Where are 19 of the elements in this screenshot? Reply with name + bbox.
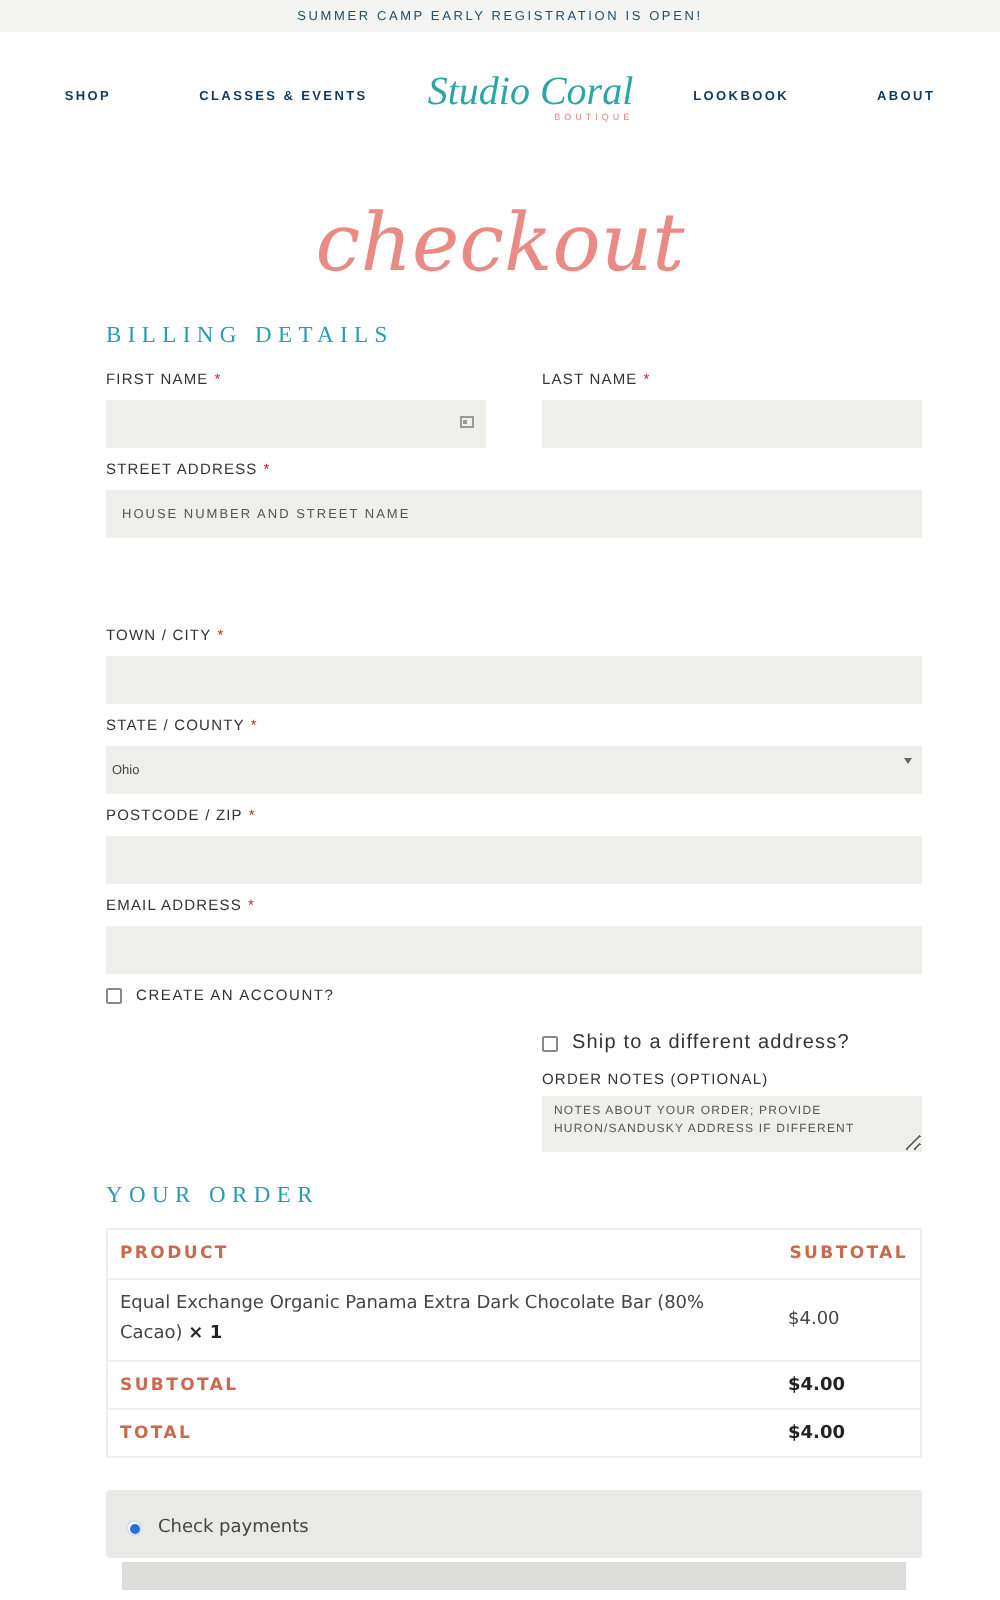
checkbox[interactable]: [542, 1035, 558, 1051]
checkbox[interactable]: [106, 987, 122, 1003]
product-cell: Equal Exchange Organic Panama Extra Dark Chocolate Bar (80% Cacao) × 1: [107, 1279, 776, 1361]
total-value: $4.00: [776, 1361, 921, 1409]
payment-method-label: Check payments: [158, 1518, 309, 1538]
total-value: $4.00: [776, 1409, 921, 1457]
price-cell: $4.00: [776, 1279, 921, 1361]
section-heading: YOUR ORDER: [106, 1184, 321, 1208]
page-title: checkout: [313, 196, 687, 294]
radio-button[interactable]: [126, 1520, 142, 1536]
checkbox-label: Ship to a different address?: [572, 1032, 850, 1054]
section-heading: BILLING DETAILS: [106, 324, 396, 348]
total-label: SUBTOTAL: [107, 1361, 776, 1409]
input-field[interactable]: [106, 400, 486, 448]
column-header: SUBTOTAL: [776, 1229, 921, 1279]
total-label: TOTAL: [107, 1409, 776, 1457]
contact-card-icon: [460, 416, 474, 428]
caret-icon: [904, 758, 912, 764]
column-header: PRODUCT: [107, 1229, 776, 1279]
